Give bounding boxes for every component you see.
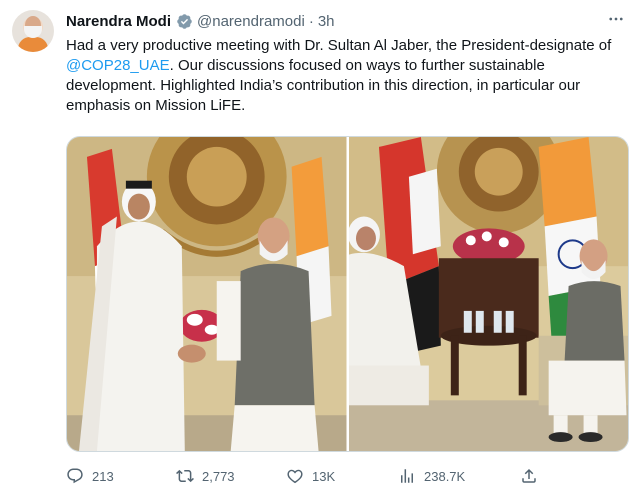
tweet-text-part1: Had a very productive meeting with Dr. S… <box>66 37 612 54</box>
share-button[interactable] <box>520 467 546 485</box>
verified-badge-icon <box>177 13 192 29</box>
reply-count: 213 <box>92 468 114 484</box>
tweet[interactable]: Narendra Modi @narendramodi · 3h Had a v… <box>0 0 640 498</box>
photo-handshake[interactable] <box>67 137 347 451</box>
retweet-icon <box>176 469 194 483</box>
reply-button[interactable]: 213 <box>66 467 176 485</box>
tweet-time[interactable]: 3h <box>318 13 335 30</box>
views-icon <box>401 469 413 483</box>
share-icon <box>522 468 536 483</box>
heart-icon <box>287 469 303 484</box>
retweet-button[interactable]: 2,773 <box>176 467 286 485</box>
mention-link[interactable]: @COP28_UAE <box>66 57 170 74</box>
separator-dot: · <box>308 12 314 30</box>
views-button[interactable]: 238.7K <box>398 467 520 485</box>
author-name[interactable]: Narendra Modi <box>66 13 171 30</box>
action-bar: 213 2,773 13K 238.7K <box>66 465 546 487</box>
media-grid <box>66 136 629 452</box>
tweet-header: Narendra Modi @narendramodi · 3h <box>66 11 335 31</box>
views-count: 238.7K <box>424 468 466 484</box>
like-button[interactable]: 13K <box>286 467 398 485</box>
more-icon[interactable] <box>606 9 626 29</box>
avatar[interactable] <box>12 10 54 52</box>
retweet-count: 2,773 <box>202 468 235 484</box>
reply-icon <box>67 468 83 484</box>
photo-meeting[interactable] <box>348 137 628 451</box>
tweet-text: Had a very productive meeting with Dr. S… <box>66 36 628 116</box>
author-handle[interactable]: @narendramodi <box>197 13 305 30</box>
like-count: 13K <box>312 468 336 484</box>
